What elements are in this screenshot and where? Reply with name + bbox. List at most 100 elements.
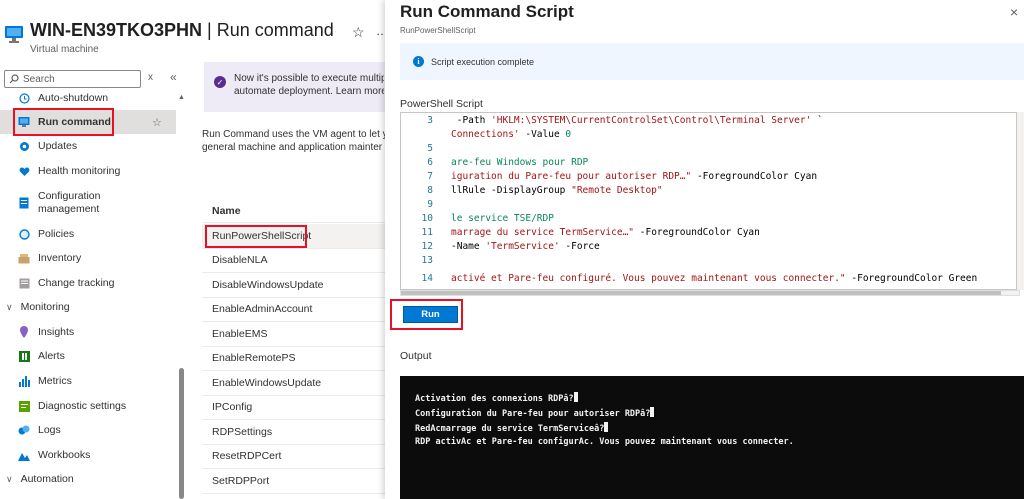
clear-search-icon[interactable]: x bbox=[148, 72, 153, 83]
sidebar-item-alerts[interactable]: Alerts bbox=[0, 344, 176, 368]
output-label: Output bbox=[400, 350, 432, 362]
table-row[interactable]: EnableEMS bbox=[202, 322, 388, 347]
sidebar-item-label: Updates bbox=[38, 140, 78, 152]
line-number: 12 bbox=[421, 241, 433, 252]
page-title: WIN-EN39TKO3PHN | Run command bbox=[30, 20, 334, 41]
status-banner: i Script execution complete bbox=[400, 43, 1024, 80]
table-row[interactable]: EnableWindowsUpdate bbox=[202, 371, 388, 396]
sidebar-item-health-monitoring[interactable]: Health monitoring bbox=[0, 159, 176, 183]
page-name: Run command bbox=[216, 20, 334, 40]
output-line: Activation des connexions RDPâ? bbox=[415, 394, 574, 404]
sidebar-item-label: Policies bbox=[38, 228, 75, 240]
favorite-star-icon[interactable]: ☆ bbox=[152, 116, 162, 129]
sidebar-item-label-line2: management bbox=[38, 203, 100, 215]
line-number: 7 bbox=[427, 171, 433, 182]
info-icon: i bbox=[413, 56, 424, 67]
line-number: 13 bbox=[421, 255, 433, 266]
output-line: RedAcmarrage du service TermServiceâ? bbox=[415, 424, 605, 434]
table-row[interactable]: IPConfig bbox=[202, 396, 388, 420]
table-row[interactable]: SetRDPPort bbox=[202, 469, 388, 494]
sidebar-item-label: Alerts bbox=[38, 350, 65, 362]
code-string: activé et Pare-feu configuré. Vous pouve… bbox=[451, 273, 846, 284]
workbooks-icon bbox=[18, 449, 30, 461]
sidebar-group-label: Automation bbox=[20, 473, 74, 485]
cursor bbox=[650, 407, 655, 417]
selected-row-highlight bbox=[205, 225, 307, 248]
status-text: Script execution complete bbox=[431, 56, 535, 67]
policy-icon bbox=[18, 228, 30, 240]
sidebar-item-label: Diagnostic settings bbox=[38, 400, 127, 412]
sidebar-item-metrics[interactable]: Metrics bbox=[0, 369, 176, 393]
sidebar-item-updates[interactable]: Updates bbox=[0, 134, 176, 158]
close-icon[interactable]: × bbox=[1010, 4, 1018, 20]
title-separator: | bbox=[202, 20, 217, 40]
sidebar-item-label: Logs bbox=[38, 424, 61, 436]
table-row[interactable]: RDPSettings bbox=[202, 420, 388, 445]
code-text: llRule -DisplayGroup bbox=[451, 185, 572, 196]
chevron-down-icon: ∨ bbox=[6, 473, 13, 484]
sidebar-item-label: Health monitoring bbox=[38, 165, 121, 177]
resource-type: Virtual machine bbox=[30, 44, 99, 55]
column-header-name[interactable]: Name bbox=[212, 205, 241, 217]
collapse-sidebar-icon[interactable]: « bbox=[170, 70, 177, 84]
sidebar-item-diagnostic-settings[interactable]: Diagnostic settings bbox=[0, 394, 176, 418]
table-row[interactable]: EnableAdminAccount bbox=[202, 298, 388, 322]
sidebar-item-auto-shutdown[interactable]: Auto-shutdown bbox=[0, 86, 176, 110]
code-text: -Value bbox=[519, 129, 566, 140]
sidebar-item-label: Insights bbox=[38, 326, 75, 338]
code-string: Connections' bbox=[451, 129, 520, 140]
sidebar-item-policies[interactable]: Policies bbox=[0, 222, 176, 246]
table-row[interactable]: DisableNLA bbox=[202, 249, 388, 273]
line-number: 10 bbox=[421, 213, 433, 224]
diagnostic-settings-icon bbox=[18, 400, 30, 412]
sidebar-group-monitoring[interactable]: ∨ Monitoring bbox=[0, 295, 176, 319]
code-text: ` bbox=[811, 115, 823, 126]
line-number: 5 bbox=[427, 143, 433, 154]
sidebar-item-change-tracking[interactable]: Change tracking bbox=[0, 271, 176, 295]
table-row[interactable]: EnableRemotePS bbox=[202, 347, 388, 371]
sidebar-item-label: Auto-shutdown bbox=[38, 92, 109, 104]
sidebar-item-inventory[interactable]: Inventory bbox=[0, 246, 176, 270]
code-text: -ForegroundColor Green bbox=[845, 273, 978, 284]
code-string: "Remote Desktop" bbox=[571, 185, 663, 196]
code-text: -ForegroundColor Cyan bbox=[691, 171, 818, 182]
inventory-icon bbox=[18, 252, 30, 264]
script-label: PowerShell Script bbox=[400, 98, 483, 110]
code-string: 'HKLM:\SYSTEM\CurrentControlSet\Control\… bbox=[491, 115, 812, 126]
banner-line-2: automate deployment. Learn more al bbox=[234, 86, 384, 97]
gear-icon bbox=[18, 140, 30, 152]
divider bbox=[202, 222, 388, 223]
code-text: -Name bbox=[451, 241, 486, 252]
metrics-icon bbox=[18, 375, 30, 387]
sidebar-item-workbooks[interactable]: Workbooks bbox=[0, 443, 176, 467]
sidebar-item-configuration-management[interactable]: Configuration management bbox=[0, 188, 176, 218]
sidebar-item-insights[interactable]: Insights bbox=[0, 320, 176, 344]
run-button-highlight bbox=[390, 299, 463, 330]
code-text: -ForegroundColor Cyan bbox=[634, 227, 760, 238]
table-row[interactable]: DisableWindowsUpdate bbox=[202, 273, 388, 298]
table-row[interactable]: ResetRDPCert bbox=[202, 445, 388, 469]
editor-scrollbar-thumb[interactable] bbox=[401, 291, 1001, 295]
info-banner-text: Now it's possible to execute multiple au… bbox=[234, 72, 384, 98]
line-number: 8 bbox=[427, 185, 433, 196]
virtual-machine-icon bbox=[4, 24, 24, 44]
sidebar-group-label: Monitoring bbox=[20, 301, 70, 313]
scroll-up-icon[interactable]: ▲ bbox=[178, 94, 185, 101]
heart-icon bbox=[18, 165, 30, 177]
run-command-highlight bbox=[13, 108, 114, 136]
sidebar-group-automation[interactable]: ∨ Automation bbox=[0, 467, 176, 491]
sidebar-scrollbar[interactable] bbox=[179, 368, 184, 499]
insights-icon bbox=[18, 326, 30, 338]
code-text: -Path bbox=[451, 115, 492, 126]
configuration-icon bbox=[18, 197, 30, 209]
check-icon: ✓ bbox=[214, 76, 226, 88]
line-number: 6 bbox=[427, 157, 433, 168]
sidebar-item-logs[interactable]: Logs bbox=[0, 418, 176, 442]
favorite-star-icon[interactable]: ☆ bbox=[352, 24, 365, 41]
line-number: 9 bbox=[427, 199, 433, 210]
script-editor[interactable]: 3 -Path 'HKLM:\SYSTEM\CurrentControlSet\… bbox=[400, 112, 1017, 290]
blade-subtitle: RunPowerShellScript bbox=[400, 26, 476, 35]
alerts-icon bbox=[18, 350, 30, 362]
output-line: RDP activAc et Pare-feu configurAc. Vous… bbox=[415, 437, 794, 447]
description-line-2: general machine and application mainter bbox=[202, 142, 383, 153]
